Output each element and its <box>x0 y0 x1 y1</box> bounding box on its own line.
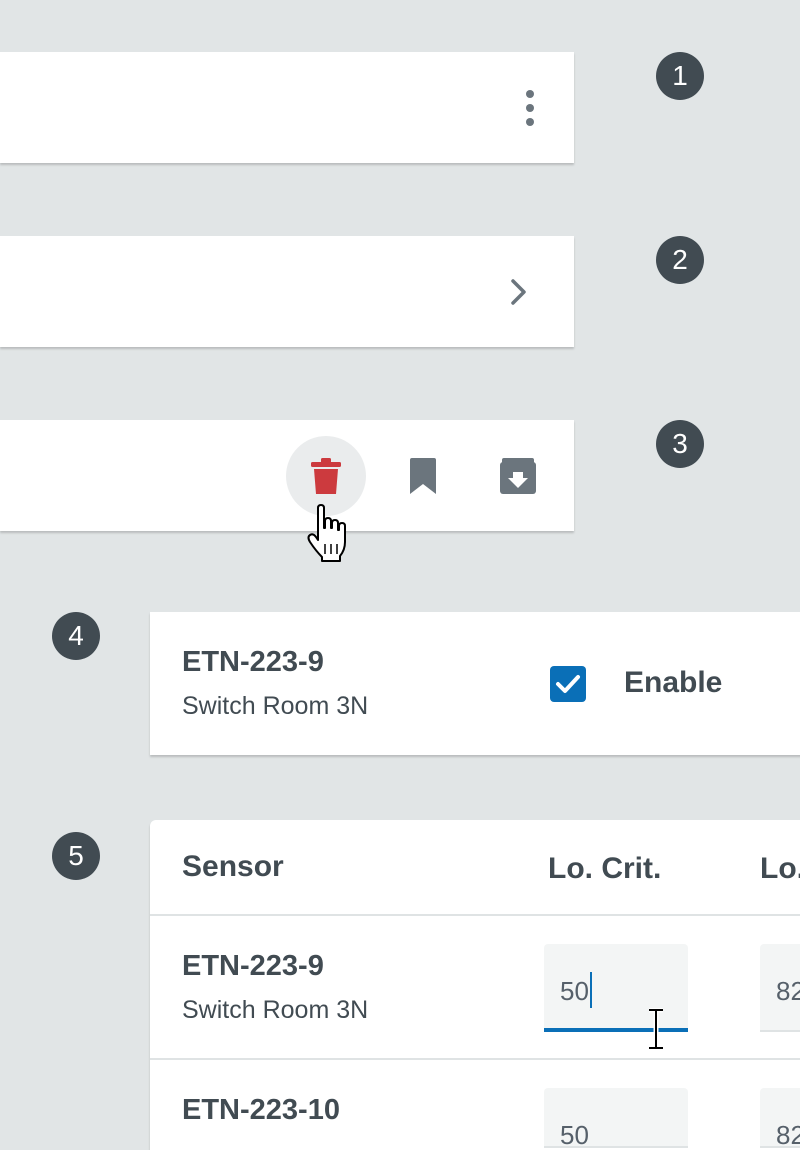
lo-input[interactable]: 82 <box>760 944 800 1032</box>
device-subtitle: Switch Room 3N <box>182 692 369 720</box>
lo-value: 82 <box>776 976 800 1006</box>
sensor-row-subtitle: Switch Room 3N <box>182 996 369 1024</box>
table-header-lo-crit: Lo. Crit. <box>548 852 662 885</box>
archive-icon[interactable] <box>500 458 536 494</box>
lo-crit-value: 50 <box>560 1120 589 1148</box>
table-header-sensor: Sensor <box>182 850 284 883</box>
text-cursor-icon <box>649 1008 663 1050</box>
step-badge-3: 3 <box>656 420 704 468</box>
text-caret <box>590 972 592 1008</box>
table-header-divider <box>150 914 800 916</box>
more-vertical-icon[interactable] <box>514 88 546 128</box>
bookmark-icon[interactable] <box>408 458 438 494</box>
device-title: ETN-223-9 <box>182 646 324 678</box>
lo-crit-input[interactable]: 50 <box>544 1088 688 1148</box>
chevron-right-icon[interactable] <box>506 277 530 307</box>
card-with-menu <box>0 52 574 163</box>
step-badge-1: 1 <box>656 52 704 100</box>
card-with-chevron[interactable] <box>0 236 574 347</box>
enable-checkbox[interactable] <box>550 666 586 702</box>
trash-icon <box>311 458 341 494</box>
sensor-row-title: ETN-223-10 <box>182 1094 340 1126</box>
lo-crit-value: 50 <box>560 976 589 1006</box>
sensor-row-title: ETN-223-9 <box>182 950 324 982</box>
hand-pointer-cursor-icon <box>307 504 346 562</box>
table-row-divider <box>150 1058 800 1060</box>
step-badge-2: 2 <box>656 236 704 284</box>
lo-value: 82 <box>776 1120 800 1148</box>
step-badge-4: 4 <box>52 612 100 660</box>
step-badge-5: 5 <box>52 832 100 880</box>
lo-input[interactable]: 82 <box>760 1088 800 1148</box>
table-header-lo: Lo. <box>760 852 800 885</box>
lo-crit-input[interactable]: 50 <box>544 944 688 1032</box>
enable-label[interactable]: Enable <box>624 666 722 700</box>
